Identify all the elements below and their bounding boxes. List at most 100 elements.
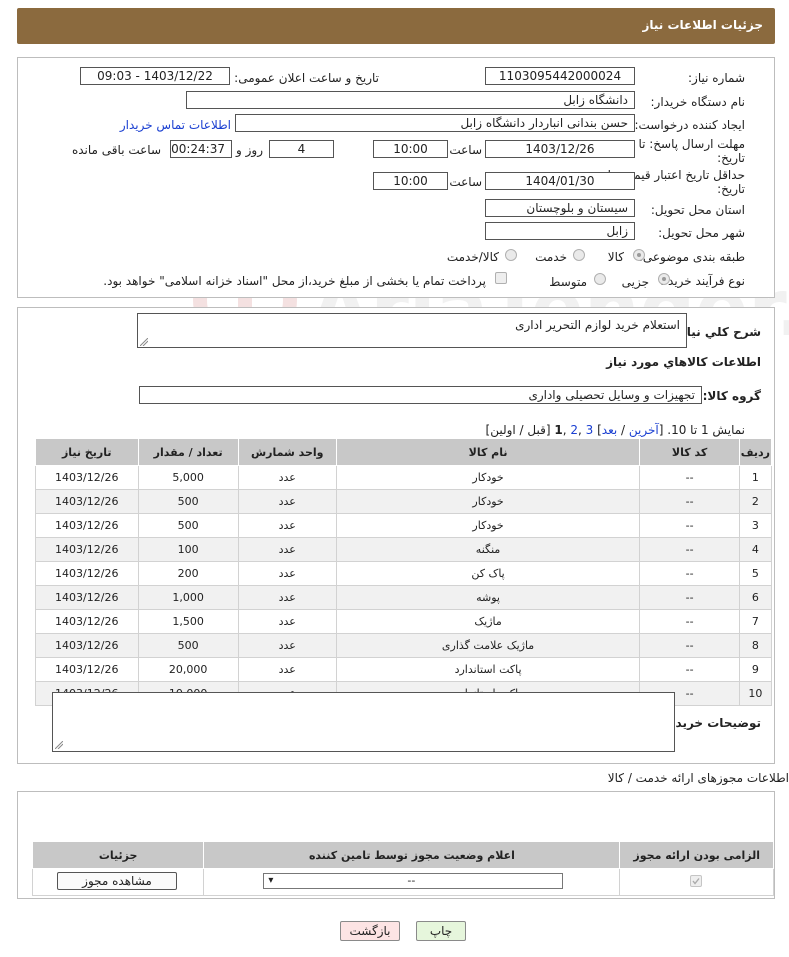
back-button[interactable]: بازگشت xyxy=(340,921,400,941)
cell-code: -- xyxy=(639,465,740,490)
cell-date: 1403/12/26 xyxy=(35,561,139,586)
cell-date: 1403/12/26 xyxy=(35,465,139,490)
remaining-label: ساعت باقی مانده xyxy=(71,143,161,157)
cell-unit: عدد xyxy=(237,609,337,634)
reply-deadline-label-2: تاریخ: xyxy=(717,151,745,165)
pagination-next-link[interactable]: بعد xyxy=(602,423,617,437)
pagination-sep2: ] xyxy=(593,423,602,437)
description-label: شرح کلي نياز: xyxy=(675,325,761,339)
pagination-comma: , xyxy=(578,423,586,437)
cell-unit: عدد xyxy=(237,537,337,562)
permit-required-checkbox[interactable] xyxy=(690,875,703,887)
reply-time-field: 10:00 xyxy=(373,140,448,158)
pagination-last-link[interactable]: آخرین xyxy=(629,423,659,437)
reply-deadline-label: مهلت ارسال پاسخ: تا xyxy=(638,137,745,151)
table-row: 2 -- خودکار عدد 500 1403/12/26 xyxy=(35,489,773,514)
table-row: 3 -- خودکار عدد 500 1403/12/26 xyxy=(35,513,773,538)
category-label: طبقه بندی موضوعی: xyxy=(638,250,745,264)
remaining-time-field: 00:24:37 xyxy=(170,140,232,158)
category-service-radio[interactable] xyxy=(573,249,585,261)
table-row: 9 -- پاکت استاندارد عدد 20,000 1403/12/26 xyxy=(35,657,773,682)
cell-date: 1403/12/26 xyxy=(35,657,139,682)
cell-name: پاک کن xyxy=(335,561,641,586)
cell-row: 6 xyxy=(738,585,773,610)
purchase-partial-radio[interactable] xyxy=(658,273,670,285)
category-goods-label: کالا xyxy=(607,250,624,264)
goods-group-field: تجهیزات و وسایل تحصیلی واداری xyxy=(139,386,702,404)
buyer-contact-link[interactable]: اطلاعات تماس خریدار xyxy=(120,118,231,132)
treasury-checkbox[interactable] xyxy=(495,272,507,284)
cell-date: 1403/12/26 xyxy=(35,633,139,658)
cell-qty: 200 xyxy=(137,561,239,586)
cell-qty: 5,000 xyxy=(137,465,239,490)
category-goods-service-label: کالا/خدمت xyxy=(446,250,499,264)
treasury-note: پرداخت تمام یا بخشی از مبلغ خرید،از محل … xyxy=(103,274,486,288)
permit-required-cell xyxy=(619,868,774,896)
reply-time-label: ساعت xyxy=(449,143,482,157)
need-number-label: شماره نیاز: xyxy=(688,71,745,85)
page-header: جزئیات اطلاعات نیاز xyxy=(17,8,775,44)
purchase-medium-radio[interactable] xyxy=(594,273,606,285)
pagination: نمایش 1 تا 10. [آخرین / بعد] 3 ,2 ,1 [قب… xyxy=(486,423,745,437)
reply-date-field: 1403/12/26 xyxy=(485,140,635,158)
pagination-page-2[interactable]: 2 xyxy=(570,423,578,437)
permit-details-cell: مشاهده مجوز xyxy=(31,868,205,896)
city-label: شهر محل تحویل: xyxy=(658,226,745,240)
validity-time-label: ساعت xyxy=(449,175,482,189)
resize-handle-icon[interactable] xyxy=(55,741,63,749)
purchase-medium-label: متوسط xyxy=(549,275,587,289)
resize-handle-icon[interactable] xyxy=(140,338,148,346)
pagination-suffix: [قبل / اولین] xyxy=(485,423,555,437)
province-label: استان محل تحویل: xyxy=(650,203,745,217)
cell-code: -- xyxy=(639,537,740,562)
table-row: 5 -- پاک کن عدد 200 1403/12/26 xyxy=(35,561,773,586)
cell-qty: 100 xyxy=(137,537,239,562)
print-button[interactable]: چاپ xyxy=(416,921,466,941)
category-goods-radio[interactable] xyxy=(633,249,645,261)
cell-row: 7 xyxy=(738,609,773,634)
cell-name: خودکار xyxy=(335,489,641,514)
city-field: زابل xyxy=(485,222,635,240)
cell-date: 1403/12/26 xyxy=(35,585,139,610)
cell-unit: عدد xyxy=(237,633,337,658)
cell-qty: 1,000 xyxy=(137,585,239,610)
col-permit-required: الزامی بودن ارائه مجوز xyxy=(619,841,774,869)
chevron-down-icon: ▾ xyxy=(268,875,274,886)
cell-name: پوشه xyxy=(335,585,641,610)
col-permit-status: اعلام وضعیت مجوز توسط تامین کننده xyxy=(203,841,621,869)
cell-qty: 500 xyxy=(137,633,239,658)
permit-status-select[interactable]: -- ▾ xyxy=(263,873,564,889)
validity-date-field: 1404/01/30 xyxy=(485,172,635,190)
col-name: نام کالا xyxy=(335,438,641,466)
pagination-sep: / xyxy=(617,423,629,437)
cell-row: 10 xyxy=(738,681,773,706)
cell-name: خودکار xyxy=(335,513,641,538)
cell-qty: 1,500 xyxy=(137,609,239,634)
cell-row: 5 xyxy=(738,561,773,586)
permits-title: اطلاعات مجوزهای ارائه خدمت / کالا xyxy=(607,771,789,785)
requester-label: ایجاد کننده درخواست: xyxy=(634,118,745,132)
table-row: 4 -- منگنه عدد 100 1403/12/26 xyxy=(35,537,773,562)
table-row: 7 -- ماژیک عدد 1,500 1403/12/26 xyxy=(35,609,773,634)
cell-date: 1403/12/26 xyxy=(35,537,139,562)
goods-group-label: گروه کالا: xyxy=(702,389,761,403)
table-row: -- ▾ مشاهده مجوز xyxy=(31,868,774,896)
category-goods-service-radio[interactable] xyxy=(505,249,517,261)
permit-status-value: -- xyxy=(407,874,416,887)
cell-code: -- xyxy=(639,585,740,610)
cell-row: 4 xyxy=(738,537,773,562)
cell-code: -- xyxy=(639,657,740,682)
cell-qty: 500 xyxy=(137,513,239,538)
cell-name: خودکار xyxy=(335,465,641,490)
permit-status-cell: -- ▾ xyxy=(203,868,621,896)
col-qty: تعداد / مقدار xyxy=(137,438,239,466)
validity-time-field: 10:00 xyxy=(373,172,448,190)
cell-code: -- xyxy=(639,489,740,514)
view-permit-button[interactable]: مشاهده مجوز xyxy=(57,872,177,890)
cell-unit: عدد xyxy=(237,489,337,514)
goods-table: ردیف کد کالا نام کالا واحد شمارش تعداد /… xyxy=(35,438,773,706)
cell-qty: 500 xyxy=(137,489,239,514)
cell-unit: عدد xyxy=(237,465,337,490)
cell-code: -- xyxy=(639,609,740,634)
validity-label-2: تاریخ: xyxy=(717,182,745,196)
